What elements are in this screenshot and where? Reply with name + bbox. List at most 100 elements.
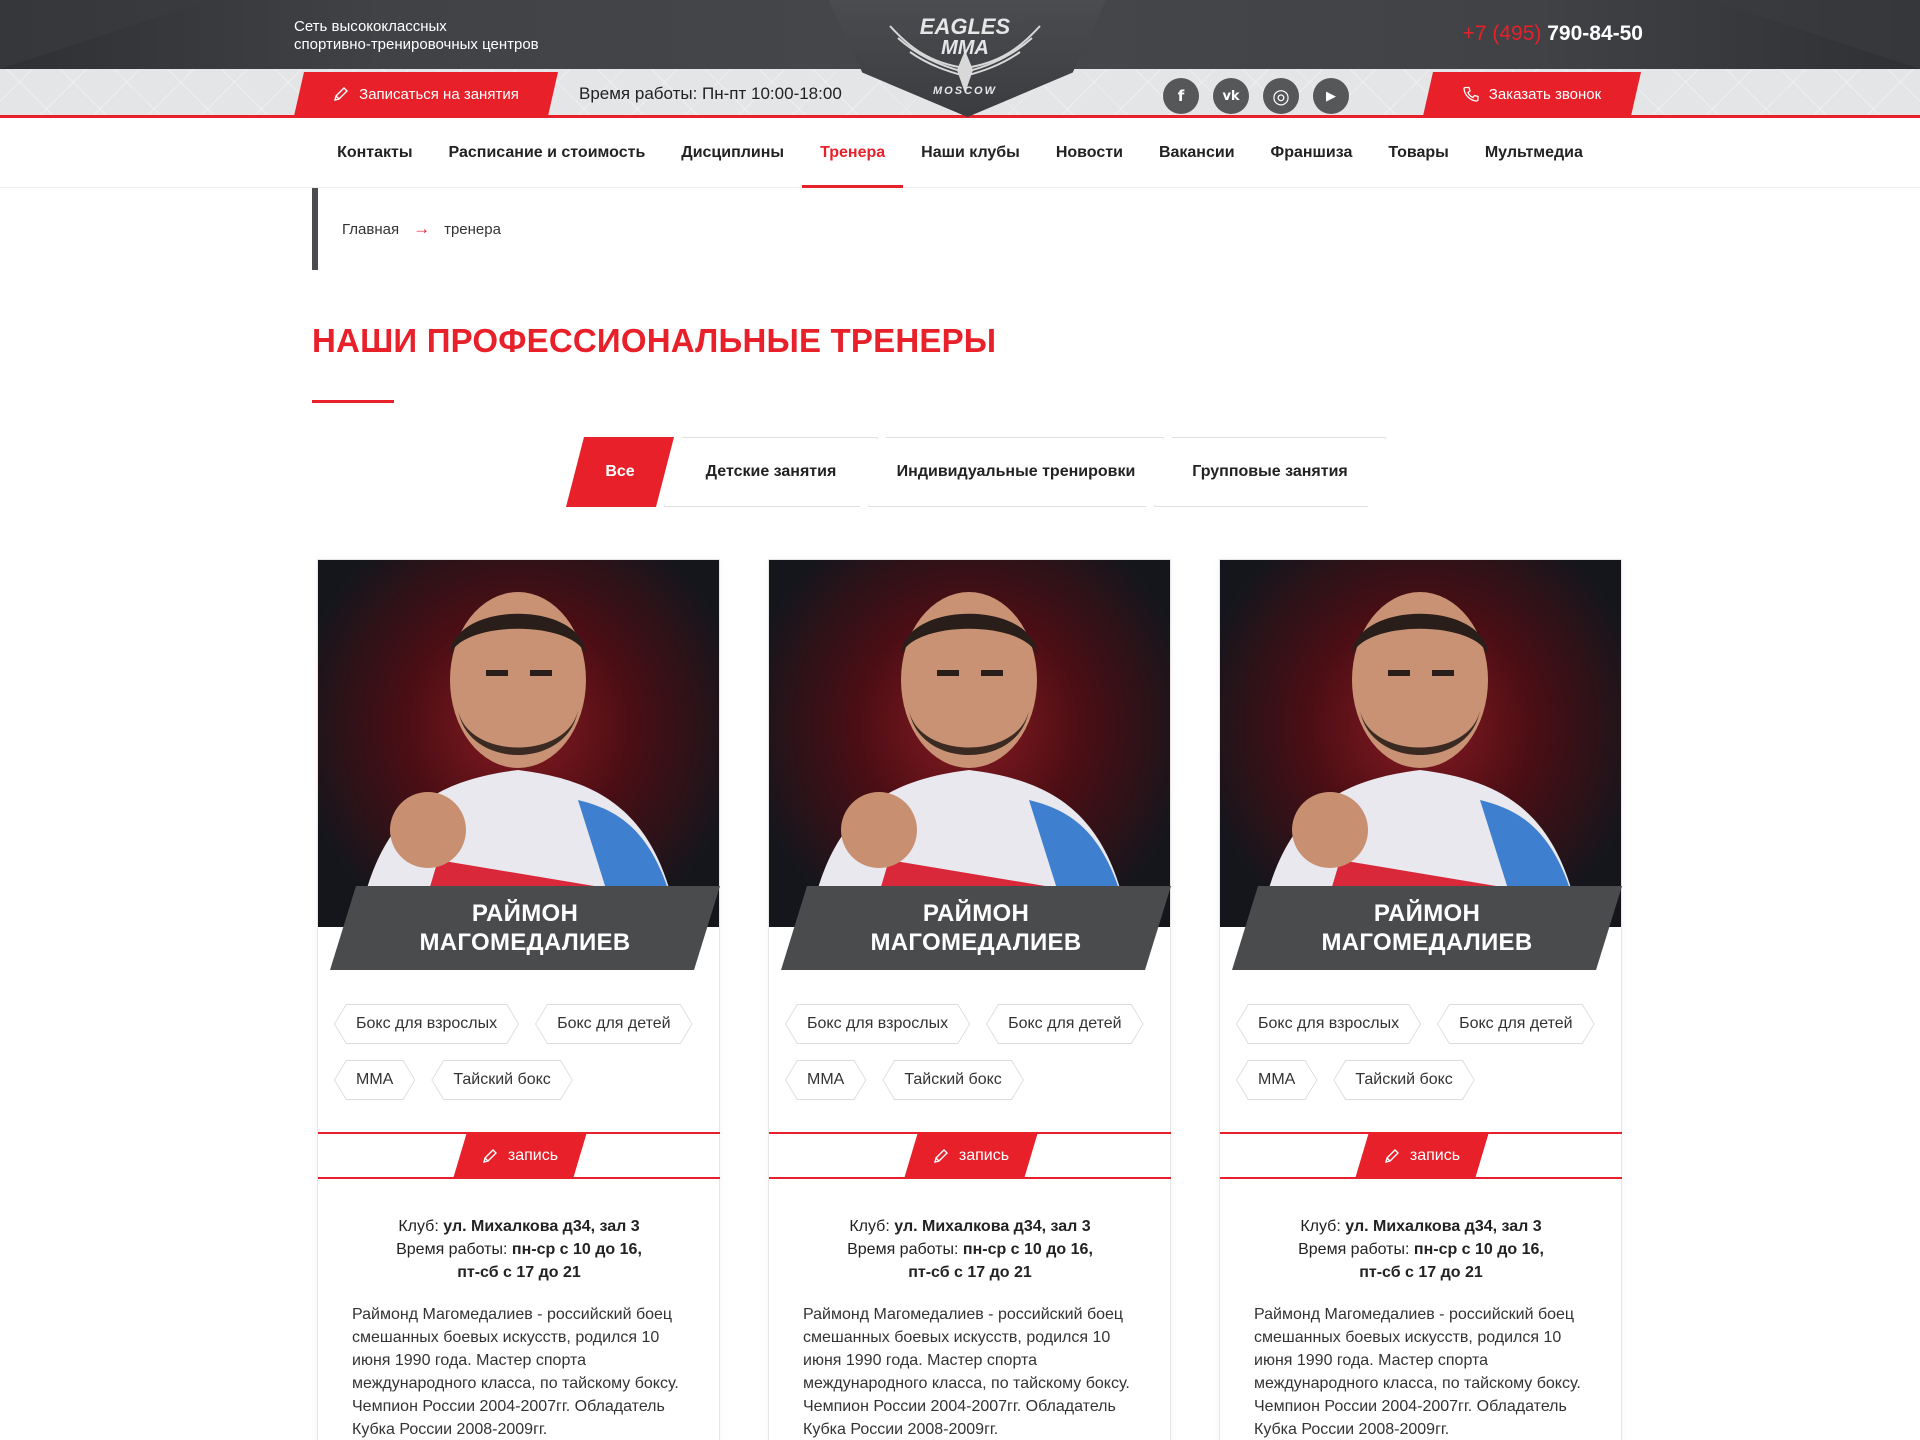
- nav-item-schedule[interactable]: Расписание и стоимость: [431, 118, 664, 188]
- trainer-name-first: РАЙМОН: [922, 900, 1030, 927]
- tag-label: Бокс для детей: [1008, 1015, 1122, 1032]
- nav-item-products[interactable]: Товары: [1370, 118, 1467, 188]
- trainer-tags: Бокс для взрослых Бокс для детей ММА Тай…: [785, 1004, 1160, 1100]
- hours-label: Время работы:: [847, 1241, 959, 1258]
- discipline-tag[interactable]: Бокс для взрослых: [334, 1004, 520, 1044]
- club-value: ул. Михалкова д34, зал 3: [443, 1218, 640, 1235]
- tag-label: ММА: [356, 1071, 394, 1088]
- discipline-tag[interactable]: Бокс для детей: [535, 1004, 693, 1044]
- phone-number-link[interactable]: +7 (495) 790-84-50: [1463, 22, 1643, 46]
- trainer-portrait-illustration: [809, 592, 1129, 927]
- tab-border: [868, 437, 1164, 507]
- tag-label: Бокс для детей: [1459, 1015, 1573, 1032]
- tab-border: [664, 437, 878, 507]
- trainer-tags: Бокс для взрослых Бокс для детей ММА Тай…: [334, 1004, 709, 1100]
- trainer-card: РАЙМОН МАГОМЕДАЛИЕВ Бокс для взрослых Бо…: [768, 559, 1171, 1440]
- breadcrumb-home-link[interactable]: Главная: [342, 221, 399, 238]
- hours-value: пн-ср с 10 до 16,: [511, 1241, 642, 1258]
- signup-button[interactable]: Записаться на занятия: [294, 72, 558, 116]
- record-button[interactable]: запись: [1355, 1132, 1489, 1179]
- pencil-icon: [933, 1148, 949, 1164]
- discipline-tag[interactable]: ММА: [785, 1060, 867, 1100]
- instagram-icon[interactable]: ◎: [1263, 78, 1299, 114]
- record-button-label: запись: [507, 1146, 559, 1164]
- tab-individual[interactable]: Индивидуальные тренировки: [868, 437, 1164, 507]
- hours-label: Время работы:: [1298, 1241, 1410, 1258]
- tab-group[interactable]: Групповые занятия: [1154, 437, 1386, 507]
- hours-value-2: пт-сб с 17 до 21: [908, 1264, 1032, 1281]
- breadcrumb-current: тренера: [444, 220, 501, 238]
- trainer-tags: Бокс для взрослых Бокс для детей ММА Тай…: [1236, 1004, 1611, 1100]
- tagline-line-1: Сеть высококлассных: [294, 18, 447, 35]
- discipline-tag[interactable]: Бокс для детей: [1437, 1004, 1595, 1044]
- trainer-name-first: РАЙМОН: [1373, 900, 1481, 927]
- discipline-tag[interactable]: Бокс для взрослых: [1236, 1004, 1422, 1044]
- nav-item-news[interactable]: Новости: [1038, 118, 1141, 188]
- callback-button-label: Заказать звонок: [1488, 85, 1602, 103]
- trainer-photo: [318, 560, 719, 927]
- trainer-info: Клуб: ул. Михалкова д34, зал 3 Время раб…: [1240, 1215, 1602, 1284]
- eagles-mma-logo[interactable]: EAGLES MMA MOSCOW: [880, 8, 1050, 103]
- nav-item-franchise[interactable]: Франшиза: [1253, 118, 1371, 188]
- hours-value: пн-ср с 10 до 16,: [962, 1241, 1093, 1258]
- discipline-tag[interactable]: Тайский бокс: [882, 1060, 1024, 1100]
- trainer-name-plate: РАЙМОН МАГОМЕДАЛИЕВ: [1232, 886, 1622, 970]
- callback-button[interactable]: Заказать звонок: [1423, 72, 1641, 116]
- title-underline: [312, 400, 394, 403]
- breadcrumb: Главная → тренера: [312, 188, 612, 270]
- nav-item-multimedia[interactable]: Мультмедиа: [1467, 118, 1601, 188]
- discipline-tag[interactable]: ММА: [1236, 1060, 1318, 1100]
- discipline-tag[interactable]: Бокс для детей: [986, 1004, 1144, 1044]
- trainer-name-plate: РАЙМОН МАГОМЕДАЛИЕВ: [781, 886, 1171, 970]
- trainer-photo: [769, 560, 1170, 927]
- discipline-tag[interactable]: Тайский бокс: [1333, 1060, 1475, 1100]
- club-label: Клуб:: [1300, 1218, 1341, 1235]
- hours-value-2: пт-сб с 17 до 21: [1359, 1264, 1483, 1281]
- tag-label: ММА: [1258, 1071, 1296, 1088]
- nav-item-trainers[interactable]: Тренера: [802, 118, 904, 188]
- club-label: Клуб:: [849, 1218, 890, 1235]
- site-tagline: Сеть высококлассных спортивно-тренировоч…: [294, 18, 539, 54]
- pencil-icon: [333, 86, 349, 102]
- social-links: f vk ◎ ▶: [1163, 78, 1349, 114]
- record-button[interactable]: запись: [453, 1132, 587, 1179]
- arrow-right-icon: →: [413, 219, 431, 238]
- phone-code: +7 (495): [1462, 22, 1542, 45]
- page-title: НАШИ ПРОФЕССИОНАЛЬНЫЕ ТРЕНЕРЫ: [312, 322, 997, 359]
- facebook-icon[interactable]: f: [1163, 78, 1199, 114]
- logo-text-mma: MMA: [941, 37, 989, 59]
- record-button-label: запись: [958, 1146, 1010, 1164]
- tag-label: Тайский бокс: [453, 1071, 551, 1088]
- nav-item-clubs[interactable]: Наши клубы: [903, 118, 1038, 188]
- nav-item-contacts[interactable]: Контакты: [319, 118, 430, 188]
- tag-label: Тайский бокс: [1355, 1071, 1453, 1088]
- tab-kids[interactable]: Детские занятия: [664, 437, 878, 507]
- trainer-card: РАЙМОН МАГОМЕДАЛИЕВ Бокс для взрослых Бо…: [317, 559, 720, 1440]
- trainer-cards-grid: РАЙМОН МАГОМЕДАЛИЕВ Бокс для взрослых Бо…: [317, 559, 1622, 1440]
- main-navigation: Контакты Расписание и стоимость Дисципли…: [0, 118, 1920, 188]
- trainer-photo: [1220, 560, 1621, 927]
- logo-text-moscow: MOSCOW: [933, 85, 997, 97]
- tag-label: Бокс для взрослых: [356, 1015, 498, 1032]
- trainer-name-first: РАЙМОН: [471, 900, 579, 927]
- tab-all-label: Все: [605, 463, 635, 480]
- tag-label: Тайский бокс: [904, 1071, 1002, 1088]
- tab-all[interactable]: Все: [566, 437, 674, 507]
- vk-icon[interactable]: vk: [1213, 78, 1249, 114]
- nav-item-vacancies[interactable]: Вакансии: [1141, 118, 1253, 188]
- discipline-tag[interactable]: Тайский бокс: [431, 1060, 573, 1100]
- header-decoration-right: [1710, 0, 1920, 69]
- header-decoration-left: [0, 0, 210, 69]
- pencil-icon: [482, 1148, 498, 1164]
- nav-item-disciplines[interactable]: Дисциплины: [663, 118, 802, 188]
- trainer-portrait-illustration: [1260, 592, 1580, 927]
- tagline-line-2: спортивно-тренировочных центров: [294, 36, 539, 53]
- tag-label: Бокс для взрослых: [807, 1015, 949, 1032]
- trainer-bio: Раймонд Магомедалиев - российский боец с…: [1254, 1306, 1581, 1438]
- signup-button-label: Записаться на занятия: [359, 85, 519, 103]
- youtube-icon[interactable]: ▶: [1313, 78, 1349, 114]
- record-button[interactable]: запись: [904, 1132, 1038, 1179]
- discipline-tag[interactable]: ММА: [334, 1060, 416, 1100]
- discipline-tag[interactable]: Бокс для взрослых: [785, 1004, 971, 1044]
- trainer-bio: Раймонд Магомедалиев - российский боец с…: [352, 1306, 679, 1438]
